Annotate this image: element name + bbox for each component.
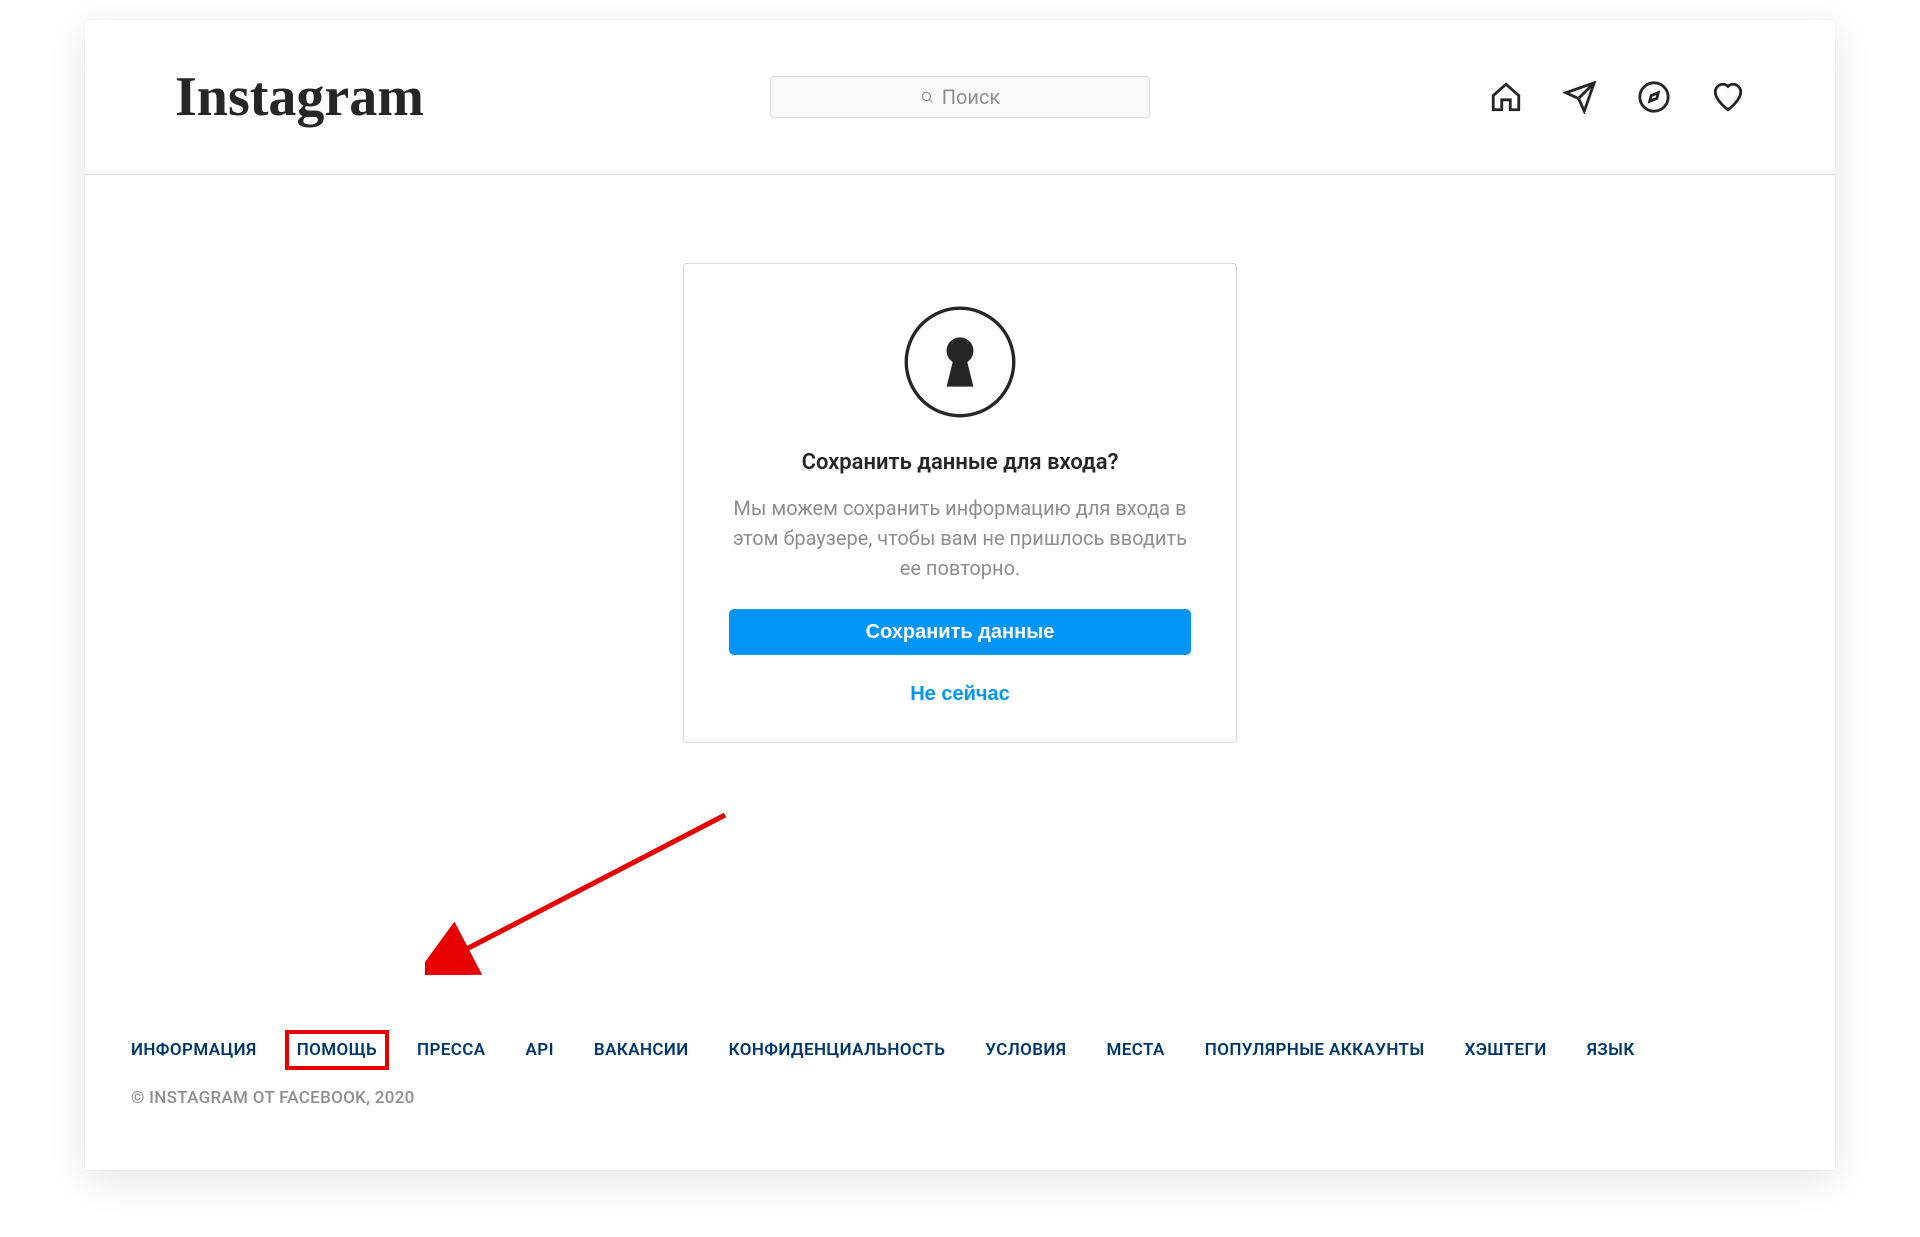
- direct-icon[interactable]: [1563, 80, 1597, 114]
- save-login-button[interactable]: Сохранить данные: [729, 609, 1191, 655]
- dialog-title: Сохранить данные для входа?: [802, 450, 1119, 475]
- footer-links: ИНФОРМАЦИЯ ПОМОЩЬ ПРЕССА API ВАКАНСИИ КОНФИДЕ…: [125, 1036, 1795, 1064]
- footer-link-hashtags[interactable]: ХЭШТЕГИ: [1459, 1036, 1553, 1064]
- search-placeholder: Поиск: [942, 85, 1001, 109]
- header-nav: [1489, 80, 1745, 114]
- footer-link-help[interactable]: ПОМОЩЬ: [291, 1036, 383, 1064]
- dialog-body: Мы можем сохранить информацию для входа …: [718, 493, 1202, 583]
- copyright: © Instagram от Facebook, 2020: [125, 1088, 1795, 1108]
- search-container: Поиск: [770, 76, 1150, 118]
- header: Instagram Поиск: [85, 20, 1835, 175]
- footer-link-top-accounts[interactable]: ПОПУЛЯРНЫЕ АККАУНТЫ: [1199, 1036, 1431, 1064]
- main-content: Сохранить данные для входа? Мы можем сох…: [85, 175, 1835, 1170]
- search-input[interactable]: Поиск: [770, 76, 1150, 118]
- footer-link-jobs[interactable]: ВАКАНСИИ: [588, 1036, 695, 1064]
- save-login-dialog: Сохранить данные для входа? Мы можем сох…: [683, 263, 1237, 743]
- footer-link-about[interactable]: ИНФОРМАЦИЯ: [125, 1036, 263, 1064]
- explore-icon[interactable]: [1637, 80, 1671, 114]
- footer-link-privacy[interactable]: КОНФИДЕНЦИАЛЬНОСТЬ: [723, 1036, 952, 1064]
- home-icon[interactable]: [1489, 80, 1523, 114]
- footer-link-terms[interactable]: УСЛОВИЯ: [979, 1036, 1072, 1064]
- footer: ИНФОРМАЦИЯ ПОМОЩЬ ПРЕССА API ВАКАНСИИ КОНФИДЕ…: [85, 1036, 1835, 1108]
- not-now-button[interactable]: Не сейчас: [898, 675, 1022, 714]
- brand-logo[interactable]: Instagram: [175, 69, 424, 125]
- activity-icon[interactable]: [1711, 80, 1745, 114]
- search-icon: [920, 85, 934, 109]
- keyhole-icon: [904, 306, 1016, 422]
- footer-link-language[interactable]: ЯЗЫК: [1581, 1036, 1641, 1064]
- footer-link-locations[interactable]: МЕСТА: [1100, 1036, 1170, 1064]
- annotation-arrow: [425, 805, 745, 975]
- app-window: Instagram Поиск: [85, 20, 1835, 1170]
- footer-link-api[interactable]: API: [520, 1036, 560, 1064]
- footer-link-press[interactable]: ПРЕССА: [411, 1036, 492, 1064]
